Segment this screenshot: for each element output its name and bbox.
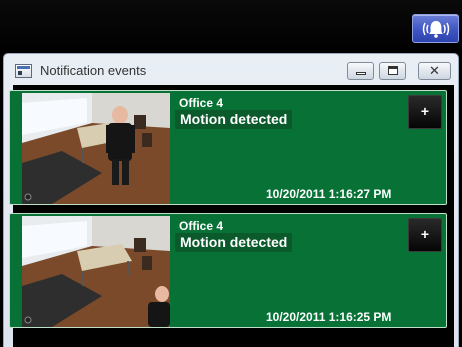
camera-name: Office 4 bbox=[179, 219, 224, 233]
alarm-bell-icon bbox=[422, 20, 449, 38]
minimize-icon bbox=[356, 72, 366, 75]
event-description: Motion detected bbox=[175, 110, 293, 129]
window-title: Notification events bbox=[40, 63, 147, 78]
top-toolbar bbox=[0, 0, 462, 52]
plus-icon: + bbox=[420, 226, 430, 242]
minimize-button[interactable] bbox=[347, 62, 374, 80]
maximize-button[interactable] bbox=[379, 62, 406, 80]
add-button[interactable]: + bbox=[408, 218, 442, 252]
close-button[interactable]: ✕ bbox=[418, 62, 451, 80]
title-bar[interactable]: Notification events ✕ bbox=[4, 54, 458, 86]
maximize-icon bbox=[388, 66, 398, 75]
add-button[interactable]: + bbox=[408, 95, 442, 129]
event-description: Motion detected bbox=[175, 233, 293, 252]
camera-snapshot[interactable] bbox=[22, 216, 170, 327]
plus-icon: + bbox=[420, 103, 430, 119]
camera-snapshot[interactable] bbox=[22, 93, 170, 204]
event-timestamp: 10/20/2011 1:16:27 PM bbox=[266, 187, 392, 201]
camera-name: Office 4 bbox=[179, 96, 224, 110]
application-icon bbox=[15, 64, 32, 78]
close-icon: ✕ bbox=[429, 63, 440, 78]
event-timestamp: 10/20/2011 1:16:25 PM bbox=[266, 310, 392, 324]
alarm-notification-button[interactable] bbox=[412, 14, 459, 43]
notification-card[interactable]: Office 4 Motion detected + 10/20/2011 1:… bbox=[9, 213, 447, 328]
notification-card[interactable]: Office 4 Motion detected + 10/20/2011 1:… bbox=[9, 90, 447, 205]
